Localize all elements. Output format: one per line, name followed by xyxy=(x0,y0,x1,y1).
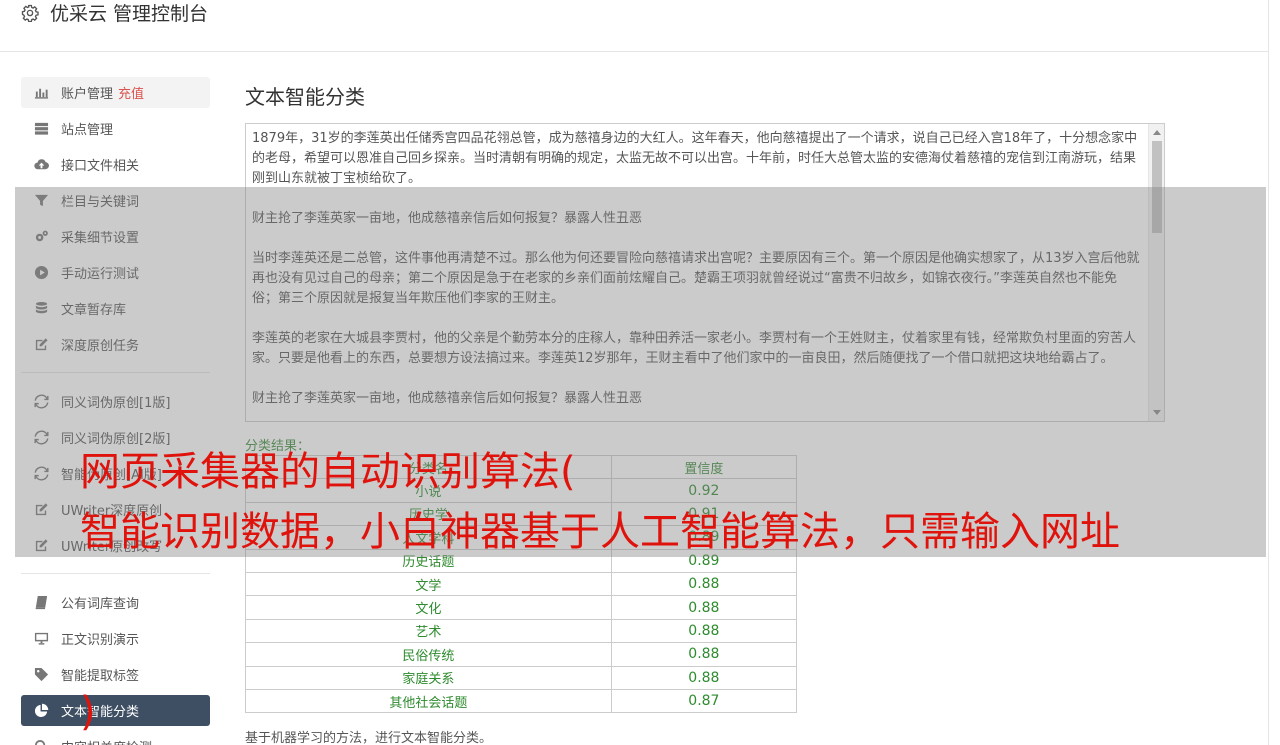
top-header: 优采云 管理控制台 xyxy=(0,0,1268,52)
category-cell: 其他社会话题 xyxy=(245,688,612,714)
table-row: 家庭关系 0.88 xyxy=(245,665,798,690)
sidebar-item-smart-tags[interactable]: 智能提取标签 xyxy=(21,659,210,690)
page-right-border xyxy=(1268,0,1269,745)
table-row: 文化 0.88 xyxy=(245,595,798,620)
category-cell: 文化 xyxy=(245,595,612,620)
sidebar-item-label: 接口文件相关 xyxy=(61,159,140,174)
gray-overlay xyxy=(15,187,1266,557)
console-title: 优采云 管理控制台 xyxy=(50,3,209,25)
confidence-cell: 0.88 xyxy=(610,642,798,667)
sidebar-item-label: 公有词库查询 xyxy=(61,597,140,612)
sidebar-item-label: 文本智能分类 xyxy=(61,705,140,720)
sidebar-item-body-recognition[interactable]: 正文识别演示 xyxy=(21,623,210,654)
sidebar-item-label: 站点管理 xyxy=(61,123,114,138)
sidebar-item-text-classification[interactable]: 文本智能分类 xyxy=(21,695,210,726)
category-cell: 文学 xyxy=(245,571,612,597)
table-row: 文学 0.88 xyxy=(245,571,798,597)
monitor-icon xyxy=(33,631,49,647)
bar-chart-icon xyxy=(33,85,49,101)
banner-line-2: 智能识别数据，小白神器基于人工智能算法，只需输入网址 xyxy=(80,509,1120,555)
confidence-cell: 0.88 xyxy=(610,618,798,644)
book-icon xyxy=(33,595,49,611)
sidebar-item-relevance-check[interactable]: 内容相关度检测 xyxy=(21,731,210,745)
tag-icon xyxy=(33,667,49,683)
sidebar-item-account[interactable]: 账户管理 充值 xyxy=(21,77,210,108)
sidebar-item-interface-files[interactable]: 接口文件相关 xyxy=(21,149,210,180)
cloud-upload-icon xyxy=(33,157,49,173)
recharge-link[interactable]: 充值 xyxy=(118,83,144,102)
method-note: 基于机器学习的方法，进行文本智能分类。 xyxy=(245,731,493,745)
sidebar-item-label: 正文识别演示 xyxy=(61,633,140,648)
table-row: 艺术 0.88 xyxy=(245,618,798,644)
confidence-cell: 0.88 xyxy=(610,571,798,597)
sidebar-item-label: 内容相关度检测 xyxy=(61,737,152,745)
sidebar-item-sites[interactable]: 站点管理 xyxy=(21,113,210,144)
table-row: 其他社会话题 0.87 xyxy=(245,688,798,714)
scroll-up-arrow-icon[interactable] xyxy=(1153,130,1161,135)
confidence-cell: 0.88 xyxy=(610,665,798,690)
banner-line-1: 网页采集器的自动识别算法( xyxy=(80,449,576,495)
category-cell: 民俗传统 xyxy=(245,642,612,667)
banner-line-3: ) xyxy=(80,689,96,735)
category-cell: 家庭关系 xyxy=(245,665,612,690)
search-icon xyxy=(33,739,49,745)
sidebar-divider xyxy=(21,573,210,574)
confidence-cell: 0.87 xyxy=(610,688,798,714)
sidebar-item-label: 智能提取标签 xyxy=(61,669,140,684)
pie-chart-icon xyxy=(33,703,49,719)
page-title: 文本智能分类 xyxy=(245,85,365,109)
confidence-cell: 0.88 xyxy=(610,595,798,620)
sidebar-item-label: 账户管理 xyxy=(61,87,114,102)
gear-icon xyxy=(21,4,39,22)
table-row: 民俗传统 0.88 xyxy=(245,642,798,667)
server-icon xyxy=(33,121,49,137)
category-cell: 艺术 xyxy=(245,618,612,644)
sidebar-item-public-lexicon[interactable]: 公有词库查询 xyxy=(21,587,210,618)
